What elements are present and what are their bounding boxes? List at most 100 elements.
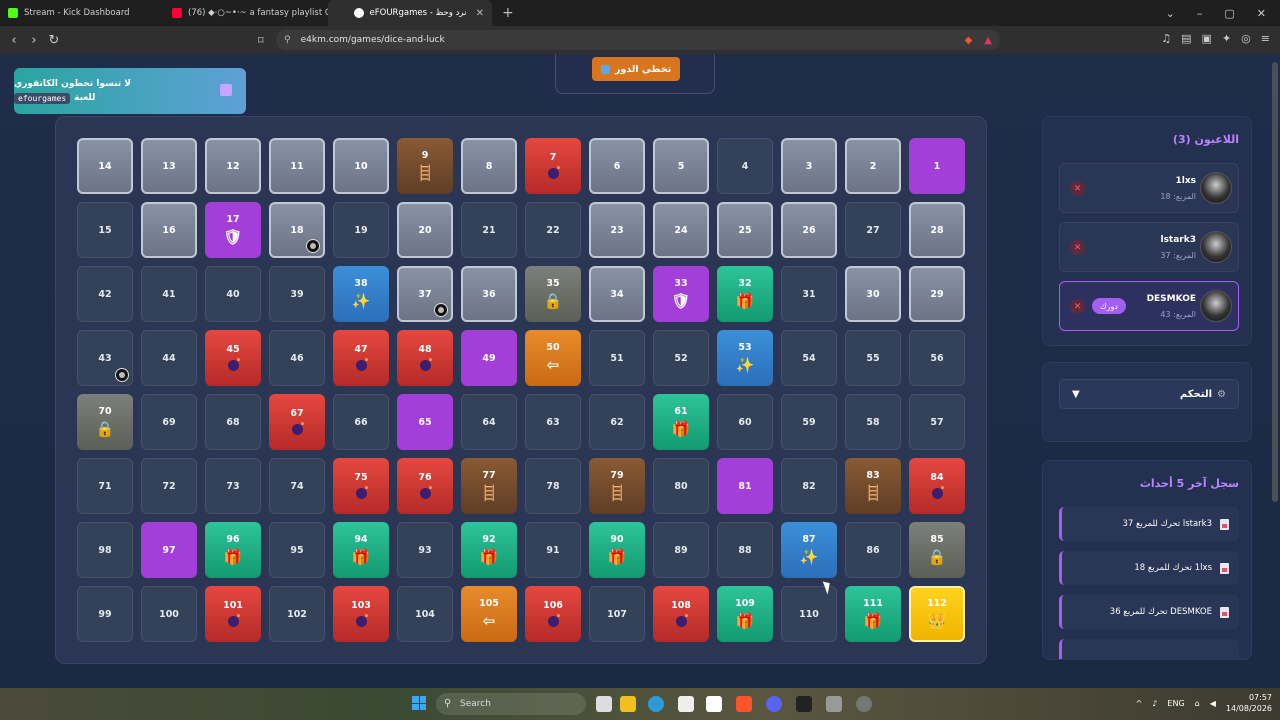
menu-icon[interactable]: ≡	[1261, 32, 1270, 45]
cell-number: 51	[610, 352, 624, 364]
media-icon[interactable]: ♫	[1161, 32, 1171, 45]
board-cell: 8	[461, 138, 517, 194]
cell-number: 32	[738, 277, 752, 289]
cell-number: 35	[546, 277, 560, 289]
app-icon[interactable]	[706, 696, 722, 712]
board-cell: 93	[397, 522, 453, 578]
bookmark-icon[interactable]: ⌑	[258, 34, 264, 47]
app-icon[interactable]	[796, 696, 812, 712]
remove-player-icon[interactable]: ✕	[1070, 240, 1085, 255]
board-cell: 5	[653, 138, 709, 194]
brave-icon[interactable]	[736, 696, 752, 712]
lang-indicator[interactable]: ENG	[1167, 699, 1184, 708]
player-square: المربع: 37	[1160, 251, 1196, 260]
gift-icon: 🎁	[735, 611, 755, 630]
volume-icon[interactable]: ◀	[1210, 699, 1216, 708]
board-cell: 82	[781, 458, 837, 514]
ladder-icon: 🪜	[479, 483, 499, 502]
folder-icon[interactable]	[620, 696, 636, 712]
board-cell: 97	[141, 522, 197, 578]
tab-efourgames[interactable]: eFOURgames - نرد وحظ ✕	[328, 0, 492, 26]
cell-number: 101	[223, 599, 243, 611]
cell-number: 61	[674, 405, 688, 417]
bomb-icon	[675, 613, 688, 627]
sparkle-icon: ✨	[735, 355, 755, 374]
cell-number: 9	[421, 149, 429, 161]
board-cell: 54	[781, 330, 837, 386]
date: 14/08/2026	[1225, 704, 1272, 713]
log-title: سجل آخر 5 أحداث	[1139, 477, 1239, 490]
board-cell: 53 ✨	[717, 330, 773, 386]
edge-icon[interactable]	[648, 696, 664, 712]
forward-icon[interactable]: ›	[24, 33, 44, 48]
cell-number: 42	[98, 288, 112, 300]
log-item: 1lxs تحرك للمربع 18	[1059, 551, 1239, 585]
remove-player-icon[interactable]: ✕	[1070, 181, 1085, 196]
cell-number: 48	[418, 343, 432, 355]
app-icon[interactable]	[678, 696, 694, 712]
board-cell: 26	[781, 202, 837, 258]
sidebar-icon[interactable]: ▤	[1181, 32, 1191, 45]
minimize-icon[interactable]: –	[1197, 7, 1203, 20]
chevron-up-icon[interactable]: ^	[1136, 699, 1143, 708]
board-cell: 87 ✨	[781, 522, 837, 578]
cell-number: 7	[549, 151, 557, 163]
cell-number: 111	[863, 597, 883, 609]
remove-player-icon[interactable]: ✕	[1070, 299, 1085, 314]
brave-shield-icon[interactable]: ◆	[965, 35, 973, 46]
cell-number: 103	[351, 599, 371, 611]
back-icon[interactable]: ‹	[4, 33, 24, 48]
microphone-icon[interactable]: ♪	[1152, 699, 1157, 708]
close-window-icon[interactable]: ✕	[1257, 7, 1266, 20]
controls-toggle[interactable]: ▼ ⚙ التحكم	[1059, 379, 1239, 409]
board-cell: 34	[589, 266, 645, 322]
board-cell: 31	[781, 266, 837, 322]
cell-number: 105	[479, 597, 499, 609]
brave-rewards-icon[interactable]: ▲	[984, 35, 992, 46]
new-tab-button[interactable]: +	[502, 5, 514, 21]
cell-number: 83	[866, 469, 880, 481]
maximize-icon[interactable]: ▢	[1224, 7, 1234, 20]
gift-icon: 🎁	[671, 419, 691, 438]
cell-number: 89	[674, 544, 688, 556]
skip-turn-button[interactable]: تخطي الدور	[592, 57, 680, 81]
settings-icon[interactable]	[826, 696, 842, 712]
cell-number: 33	[674, 277, 688, 289]
cell-number: 5	[677, 160, 685, 172]
tab-kick-dashboard[interactable]: Stream - Kick Dashboard	[0, 0, 164, 26]
clock[interactable]: 07:57 14/08/2026	[1226, 692, 1272, 714]
shield-icon: 🛡	[223, 227, 243, 246]
site-info-icon[interactable]: ⚲	[284, 35, 291, 45]
board-cell: 60	[717, 394, 773, 450]
board-cell: 91	[525, 522, 581, 578]
windows-start-icon[interactable]	[412, 696, 426, 710]
cell-number: 53	[738, 341, 752, 353]
kick-favicon-icon	[8, 8, 18, 18]
tab-youtube-playlist[interactable]: (76) ◆·○~•·~ a fantasy playlist C+	[164, 0, 328, 26]
promo-line1: لا تنسوا تحطون الكاتقوري	[14, 78, 132, 89]
app-icon[interactable]	[856, 696, 872, 712]
taskbar-search[interactable]: ⚲ Search	[436, 693, 586, 715]
network-icon[interactable]: ⌂	[1195, 699, 1200, 708]
page-scrollbar[interactable]	[1272, 62, 1278, 502]
board-cell: 108	[653, 586, 709, 642]
vpn-icon[interactable]: ◎	[1241, 32, 1251, 45]
reload-icon[interactable]: ↻	[44, 33, 64, 48]
lock-icon: 🔒	[543, 291, 563, 310]
wallet-icon[interactable]: ▣	[1202, 32, 1212, 45]
file-icon[interactable]	[596, 696, 612, 712]
cell-number: 95	[290, 544, 304, 556]
bomb-icon	[419, 357, 432, 371]
url-field[interactable]: ⌑ ⚲ e4km.com/games/dice-and-luck ◆ ▲	[258, 30, 1000, 50]
discord-icon[interactable]	[766, 696, 782, 712]
leo-icon[interactable]: ✦	[1222, 32, 1231, 45]
tab-search-icon[interactable]: ⌄	[1166, 7, 1175, 20]
cell-number: 67	[290, 407, 304, 419]
cell-number: 1	[933, 160, 941, 172]
skip-icon	[600, 64, 610, 74]
player-card-current: DESMKOE المربع: 43 ✕ دورك	[1059, 281, 1239, 331]
close-tab-icon[interactable]: ✕	[476, 8, 484, 19]
board-cell: 64	[461, 394, 517, 450]
cell-number: 60	[738, 416, 752, 428]
cell-number: 21	[482, 224, 496, 236]
